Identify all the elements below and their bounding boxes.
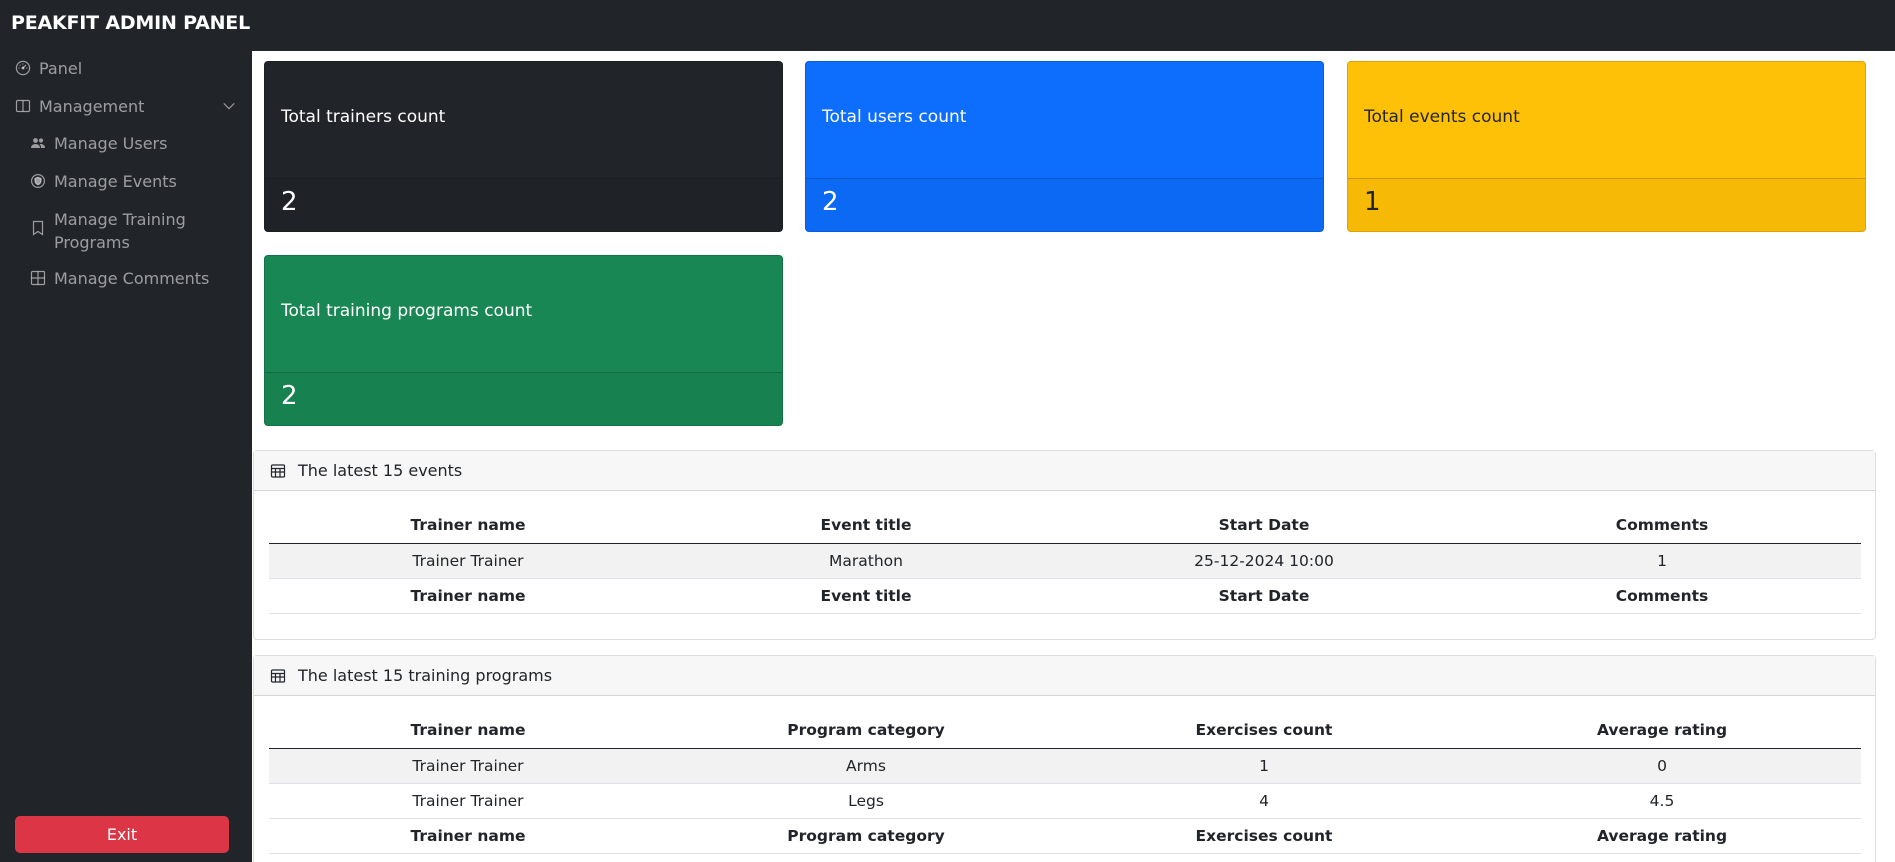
programs-table-header: The latest 15 training programs [254,656,1875,696]
column-footer: Program category [667,817,1065,854]
table-cell: 1 [1463,543,1861,579]
column-footer: Exercises count [1065,817,1463,854]
table-cell: 4.5 [1463,783,1861,819]
table-row: Trainer Trainer Arms 1 0 [269,748,1861,784]
column-header[interactable]: Trainer name [269,508,667,544]
column-header[interactable]: Program category [667,713,1065,749]
chevron-down-icon[interactable] [222,99,236,113]
stat-card-events: Total events count 1 [1347,61,1866,232]
sidebar: Panel Management Manage Users Manage Eve… [0,51,252,862]
events-table-title: The latest 15 events [298,461,463,480]
sidebar-item-manage-comments[interactable]: Manage Comments [30,267,209,290]
sidebar-item-label: Manage Training Programs [54,210,186,252]
column-header[interactable]: Exercises count [1065,713,1463,749]
stat-card-label: Total events count [1364,107,1520,127]
stat-card-trainers: Total trainers count 2 [264,61,783,232]
stat-card-training-programs: Total training programs count 2 [264,255,783,426]
column-footer: Average rating [1463,817,1861,854]
sidebar-item-label: Panel [39,59,83,78]
column-footer: Start Date [1065,577,1463,614]
table-cell: 25-12-2024 10:00 [1065,543,1463,579]
events-table-header: The latest 15 events [254,451,1875,491]
sidebar-item-label: Manage Comments [54,269,210,288]
stat-card-label: Total trainers count [281,107,446,127]
table-cell: Trainer Trainer [269,748,667,784]
programs-table: Trainer name Program category Exercises … [269,713,1861,854]
events-table-card: The latest 15 events Trainer name Event … [253,450,1876,640]
table-cell: Trainer Trainer [269,783,667,819]
table-cell: Trainer Trainer [269,543,667,579]
sidebar-item-manage-events[interactable]: Manage Events [30,170,177,193]
column-header[interactable]: Trainer name [269,713,667,749]
table-row: Trainer Trainer Marathon 25-12-2024 10:0… [269,543,1861,579]
stat-card-users: Total users count 2 [805,61,1324,232]
stat-card-value: 2 [265,372,782,425]
events-table: Trainer name Event title Start Date Comm… [269,508,1861,614]
column-header[interactable]: Event title [667,508,1065,544]
table-icon [270,463,286,479]
stat-card-value: 1 [1348,178,1865,231]
sidebar-item-management[interactable]: Management [15,95,144,118]
shield-icon [30,173,46,189]
table-cell: Marathon [667,543,1065,579]
programs-table-title: The latest 15 training programs [298,666,553,685]
sidebar-item-label: Manage Users [54,134,168,153]
table-row: Trainer Trainer Legs 4 4.5 [269,783,1861,819]
sidebar-item-panel[interactable]: Panel [15,57,82,80]
column-footer: Trainer name [269,817,667,854]
table-icon [270,668,286,684]
exit-button[interactable]: Exit [15,816,229,853]
speedometer-icon [15,60,31,76]
sidebar-item-label: Management [39,97,145,116]
stat-card-value: 2 [265,178,782,231]
stat-card-label: Total training programs count [281,301,533,321]
bookmark-icon [30,220,46,236]
people-icon [30,135,46,151]
stat-card-value: 2 [806,178,1323,231]
app-title[interactable]: PEAKFIT ADMIN PANEL [11,12,250,34]
grid-icon [30,270,46,286]
column-footer: Event title [667,577,1065,614]
table-cell: 1 [1065,748,1463,784]
column-header[interactable]: Average rating [1463,713,1861,749]
sidebar-item-manage-training-programs[interactable]: Manage Training Programs [30,208,200,254]
table-cell: 4 [1065,783,1463,819]
programs-table-card: The latest 15 training programs Trainer … [253,655,1876,862]
column-footer: Trainer name [269,577,667,614]
table-cell: 0 [1463,748,1861,784]
top-navbar: PEAKFIT ADMIN PANEL [0,0,1895,51]
column-footer: Comments [1463,577,1861,614]
sidebar-item-manage-users[interactable]: Manage Users [30,132,167,155]
columns-icon [15,98,31,114]
column-header[interactable]: Comments [1463,508,1861,544]
table-cell: Arms [667,748,1065,784]
stat-card-label: Total users count [822,107,967,127]
table-cell: Legs [667,783,1065,819]
column-header[interactable]: Start Date [1065,508,1463,544]
sidebar-item-label: Manage Events [54,172,177,191]
